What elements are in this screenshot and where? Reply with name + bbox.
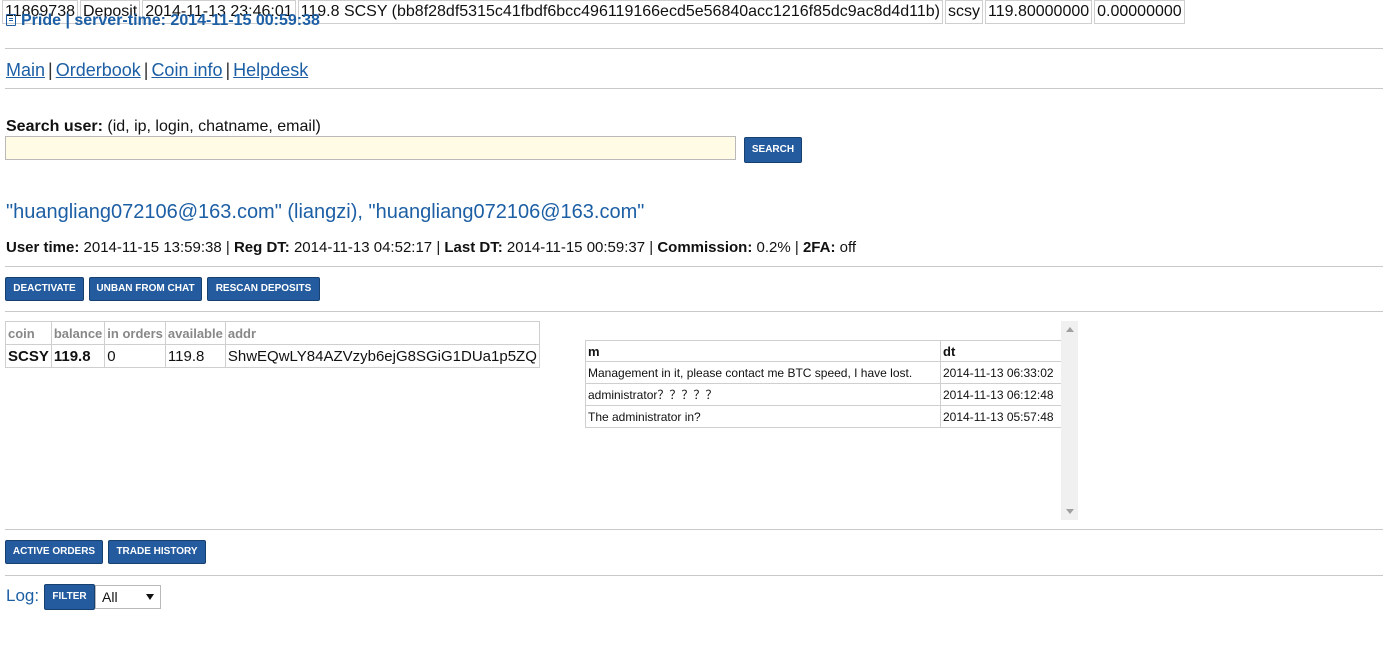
table-row: SCSY 119.8 0 119.8 ShwEQwLY84AZVzyb6ejG8… <box>5 344 540 368</box>
document-icon <box>6 14 16 26</box>
cell-coin: SCSY <box>5 344 52 368</box>
table-row: Management in it, please contact me BTC … <box>585 361 1062 384</box>
divider <box>5 266 1383 267</box>
user-heading: "huangliang072106@163.com" (liangzi), "h… <box>6 201 645 223</box>
col-dt: dt <box>940 340 1062 362</box>
trade-history-button[interactable]: TRADE HISTORY <box>108 540 206 564</box>
cell-available: 119.8 <box>164 344 226 368</box>
log-filter-select[interactable]: All <box>95 585 161 609</box>
filter-button[interactable]: FILTER <box>44 584 95 610</box>
messages-table: m dt Management in it, please contact me… <box>585 340 1062 428</box>
cell-in-orders: 0 <box>104 344 166 368</box>
scroll-down-icon[interactable] <box>1066 509 1074 514</box>
message-text: The administrator in? <box>585 405 941 428</box>
messages-panel[interactable]: m dt Management in it, please contact me… <box>584 321 1078 520</box>
info-separator: | <box>794 239 799 256</box>
nav-coin-info-link[interactable]: Coin info <box>151 60 222 80</box>
reg-dt-label: Reg DT: <box>233 239 290 256</box>
main-nav: Main | Orderbook | Coin info | Helpdesk <box>6 59 308 81</box>
commission: 0.2% <box>756 239 791 256</box>
col-coin: coin <box>5 321 52 345</box>
nav-separator: | <box>48 60 53 80</box>
commission-label: Commission: <box>657 239 753 256</box>
last-dt: 2014-11-15 00:59:37 <box>506 239 646 256</box>
message-text: administrator？？？？？ <box>585 383 941 406</box>
col-in-orders: in orders <box>104 321 166 345</box>
table-row: administrator？？？？？ 2014-11-13 06:12:48 <box>585 383 1062 406</box>
nav-main-link[interactable]: Main <box>6 60 45 80</box>
divider <box>5 311 1383 312</box>
info-separator: | <box>649 239 654 256</box>
log-filter-value: All <box>102 589 118 605</box>
divider <box>5 48 1383 49</box>
nav-separator: | <box>225 60 231 80</box>
cell-addr: ShwEQwLY84AZVzyb6ejG8SGiG1DUa1p5ZQ <box>224 344 540 368</box>
nav-separator: | <box>143 60 149 80</box>
user-time: 2014-11-15 13:59:38 <box>83 239 222 256</box>
info-separator: | <box>225 239 230 256</box>
col-addr: addr <box>224 321 540 345</box>
search-user-input[interactable] <box>5 136 736 160</box>
page-header: Pride | server-time: 2014-11-15 00:59:38 <box>6 11 320 31</box>
twofa-label: 2FA: <box>802 239 836 256</box>
user-time-label: User time: <box>6 239 80 256</box>
search-label-hint: (id, ip, login, chatname, email) <box>107 118 321 135</box>
unban-from-chat-button[interactable]: UNBAN FROM CHAT <box>89 277 202 301</box>
twofa-status: off <box>839 239 857 256</box>
log-coin: scsy <box>945 0 983 24</box>
user-info: User time: 2014-11-15 13:59:38 | Reg DT:… <box>6 239 856 257</box>
log-amount: 119.80000000 <box>985 0 1093 24</box>
chevron-down-icon <box>146 594 154 600</box>
log-description: 119.8 SCSY (bb8f28df5315c41fbdf6bcc49611… <box>297 0 943 24</box>
active-orders-button[interactable]: ACTIVE ORDERS <box>5 540 103 564</box>
col-balance: balance <box>50 321 106 345</box>
header-title: Pride | server-time: 2014-11-15 00:59:38 <box>21 12 320 29</box>
divider <box>5 575 1383 576</box>
col-available: available <box>164 321 226 345</box>
log-label: Log: <box>6 586 40 605</box>
cell-balance: 119.8 <box>50 344 106 368</box>
col-m: m <box>585 340 941 362</box>
search-label-bold: Search user: <box>6 118 103 135</box>
message-dt: 2014-11-13 05:57:48 <box>940 405 1062 428</box>
search-label: Search user: (id, ip, login, chatname, e… <box>6 118 321 136</box>
rescan-deposits-button[interactable]: RESCAN DEPOSITS <box>207 277 320 301</box>
message-dt: 2014-11-13 06:33:02 <box>940 361 1062 384</box>
balances-header-row: coin balance in orders available addr <box>5 321 540 345</box>
message-dt: 2014-11-13 06:12:48 <box>940 383 1062 406</box>
table-row: The administrator in? 2014-11-13 05:57:4… <box>585 405 1062 428</box>
balances-table: coin balance in orders available addr SC… <box>5 321 540 368</box>
divider <box>5 88 1383 89</box>
deactivate-button[interactable]: DEACTIVATE <box>5 277 84 301</box>
messages-scrollbar[interactable] <box>1061 321 1078 520</box>
message-text: Management in it, please contact me BTC … <box>585 361 941 384</box>
last-dt-label: Last DT: <box>444 239 503 256</box>
search-button[interactable]: SEARCH <box>744 137 802 163</box>
reg-dt: 2014-11-13 04:52:17 <box>293 239 433 256</box>
messages-header-row: m dt <box>585 340 1062 362</box>
nav-orderbook-link[interactable]: Orderbook <box>56 60 141 80</box>
log-fee: 0.00000000 <box>1094 0 1185 24</box>
scroll-up-icon[interactable] <box>1066 327 1074 332</box>
info-separator: | <box>436 239 441 256</box>
nav-helpdesk-link[interactable]: Helpdesk <box>233 60 308 80</box>
divider <box>5 529 1383 530</box>
